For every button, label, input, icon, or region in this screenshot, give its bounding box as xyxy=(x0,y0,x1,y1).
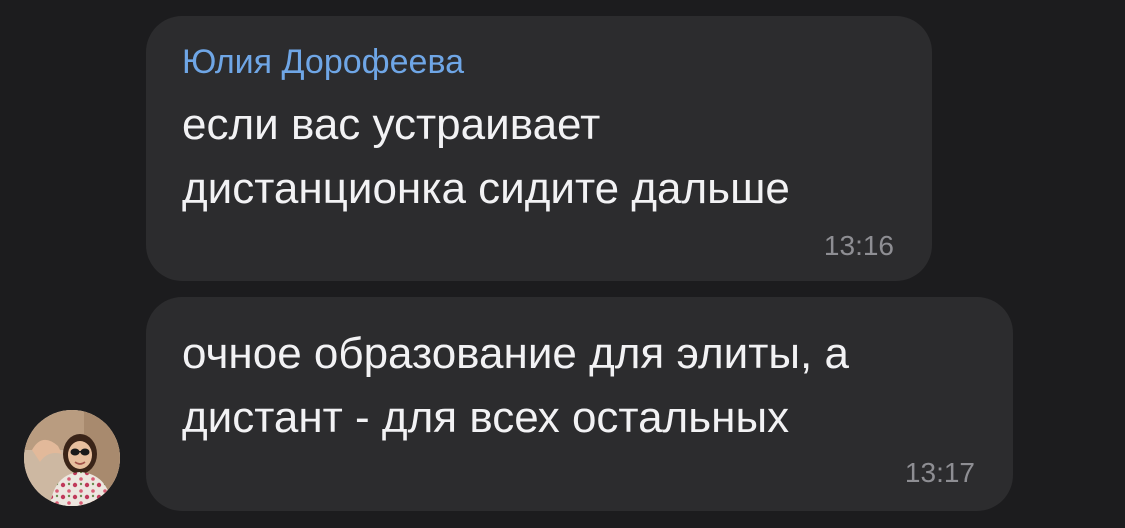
message-timestamp: 13:16 xyxy=(823,230,894,261)
message-line: очное образование для элиты, а xyxy=(182,329,849,378)
message-line: если вас устраивает xyxy=(182,100,601,149)
sender-name[interactable]: Юлия Дорофеева xyxy=(182,42,464,82)
message-bubble[interactable]: Юлия Дорофеева если вас устраивает диста… xyxy=(146,16,932,281)
message-text: если вас устраивает дистанционка сидите … xyxy=(182,93,790,221)
message-line: дистанционка сидите дальше xyxy=(182,164,790,213)
avatar[interactable] xyxy=(24,410,120,506)
message-timestamp: 13:17 xyxy=(904,457,975,488)
message-text: очное образование для элиты, а дистант -… xyxy=(182,322,849,450)
user-avatar-icon xyxy=(24,410,120,506)
message-line: дистант - для всех остальных xyxy=(182,393,790,442)
message-bubble[interactable]: очное образование для элиты, а дистант -… xyxy=(146,297,1013,511)
